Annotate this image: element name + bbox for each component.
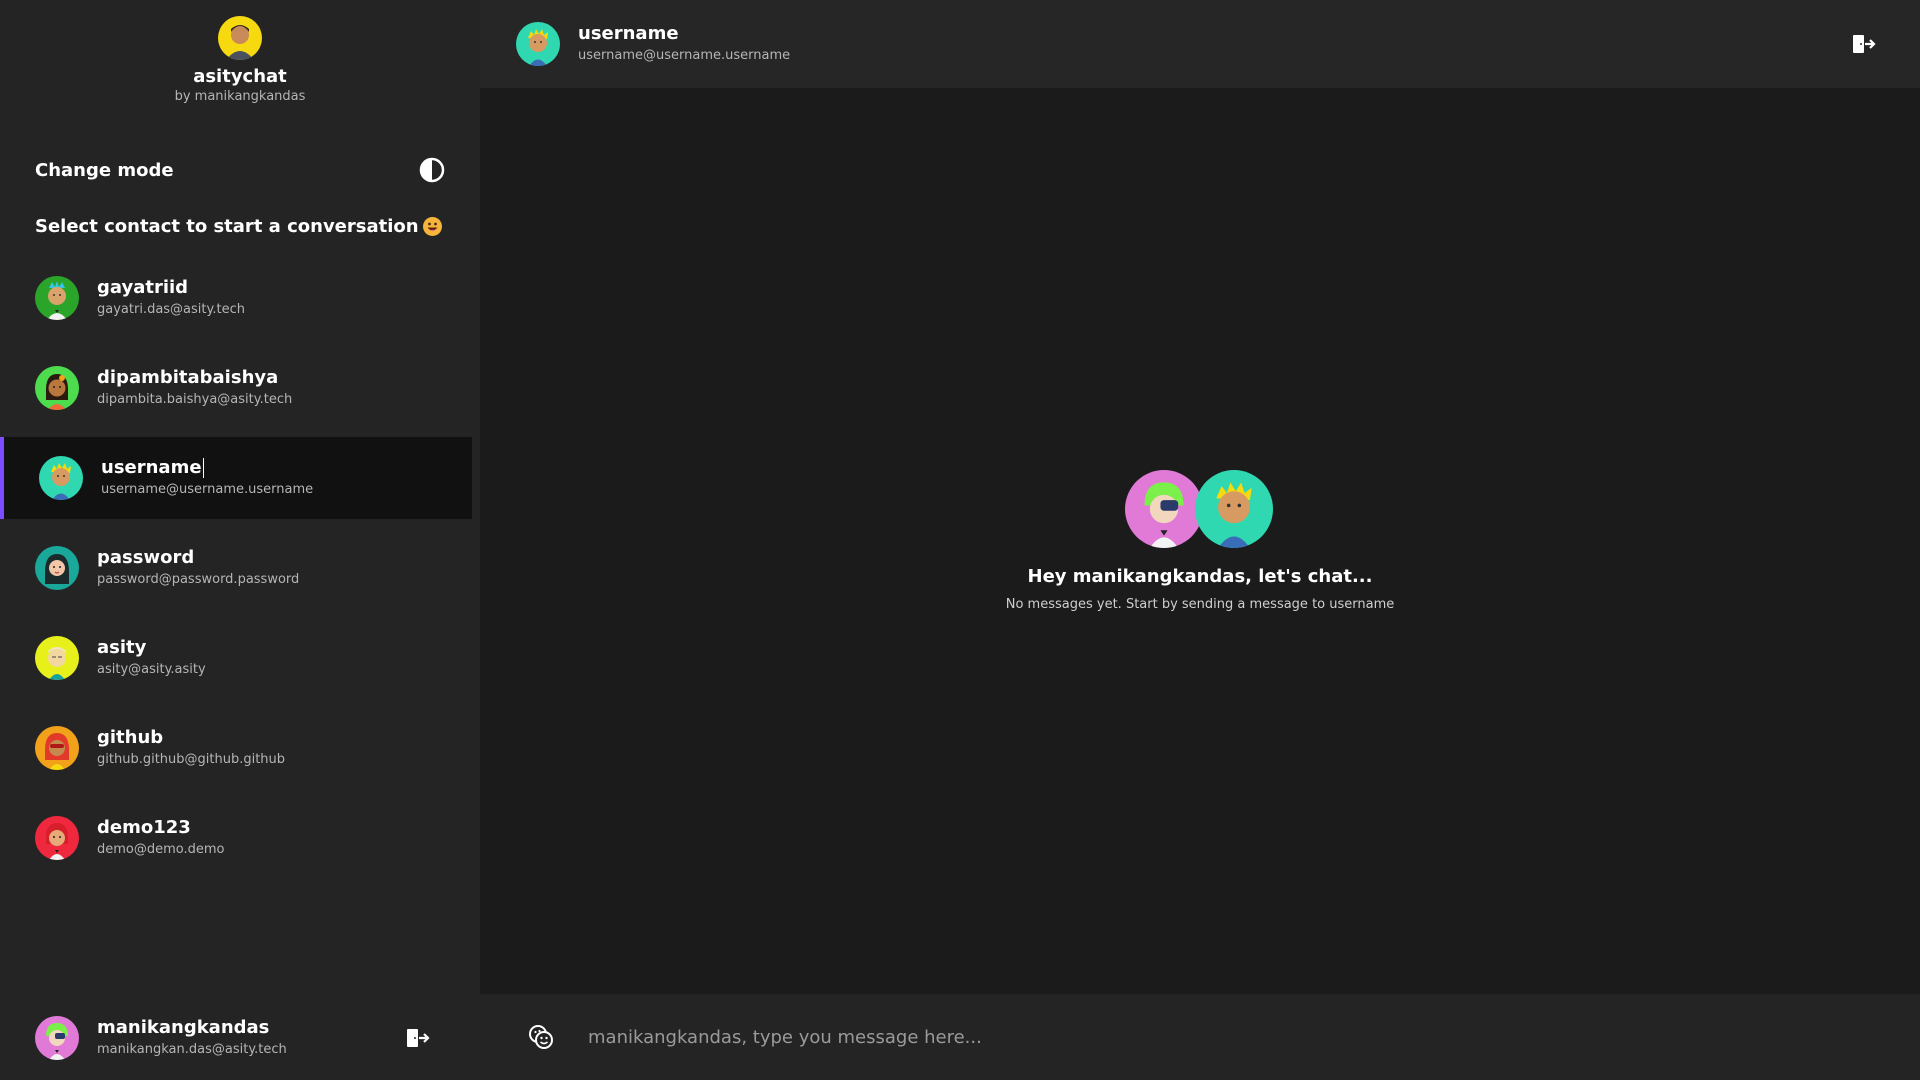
contact-email: dipambita.baishya@asity.tech (97, 392, 293, 407)
avatar (35, 636, 79, 680)
current-user: manikangkandas manikangkan.das@asity.tec… (0, 1012, 480, 1064)
contact-name: username (101, 457, 313, 479)
change-mode-label: Change mode (35, 159, 174, 181)
app-name: asitychat (193, 66, 287, 87)
chat-partner-name: username (578, 23, 679, 44)
contact-item-password[interactable]: password password@password.password (0, 527, 472, 609)
avatar (516, 22, 560, 66)
message-input[interactable] (586, 1016, 1890, 1058)
contact-item-demo123[interactable]: demo123 demo@demo.demo (0, 797, 472, 879)
sidebar: asitychat by manikangkandas Change mode … (0, 0, 480, 1080)
avatar (35, 366, 79, 410)
chat-header: username username@username.username (480, 0, 1920, 88)
contact-email: demo@demo.demo (97, 842, 225, 857)
change-mode-row: Change mode (35, 156, 445, 184)
logout-icon[interactable] (406, 1028, 430, 1048)
chat-partner-email: username@username.username (578, 48, 791, 63)
logout-icon[interactable] (1852, 34, 1876, 54)
grinning-emoji-icon (422, 217, 442, 236)
contact-name-text: username (101, 457, 202, 478)
contact-email: github.github@github.github (97, 752, 286, 767)
user-avatar-icon (218, 16, 262, 60)
avatar (35, 276, 79, 320)
greeting-text: Hey manikangkandas, let's chat... (1027, 566, 1373, 587)
select-contact-prompt: Select contact to start a conversation (35, 216, 442, 237)
avatar (1195, 470, 1273, 548)
current-user-email: manikangkan.das@asity.tech (97, 1042, 287, 1057)
contact-item-github[interactable]: github github.github@github.github (0, 707, 472, 789)
brand: asitychat by manikangkandas (0, 16, 480, 104)
contact-name: asity (97, 637, 147, 658)
contact-email: asity@asity.asity (97, 662, 206, 677)
contact-name: dipambitabaishya (97, 367, 279, 388)
text-caret (202, 458, 204, 478)
contact-list: gayatriid gayatri.das@asity.tech dipambi… (0, 257, 472, 887)
avatar (39, 456, 83, 500)
contact-item-gayatriid[interactable]: gayatriid gayatri.das@asity.tech (0, 257, 472, 339)
avatar (35, 546, 79, 590)
contrast-icon[interactable] (419, 157, 445, 183)
contact-name: github (97, 727, 164, 748)
contact-name: gayatriid (97, 277, 189, 298)
message-composer (480, 994, 1920, 1080)
avatar (35, 726, 79, 770)
app-author: by manikangkandas (174, 89, 306, 104)
empty-state: Hey manikangkandas, let's chat... No mes… (480, 470, 1920, 612)
contact-email: gayatri.das@asity.tech (97, 302, 245, 317)
emoji-picker-icon[interactable] (528, 1024, 554, 1050)
contact-item-dipambitabaishya[interactable]: dipambitabaishya dipambita.baishya@asity… (0, 347, 472, 429)
empty-message: No messages yet. Start by sending a mess… (1005, 597, 1395, 612)
contact-name: password (97, 547, 195, 568)
current-user-name: manikangkandas (97, 1017, 270, 1038)
contact-email: password@password.password (97, 572, 300, 587)
contact-name: demo123 (97, 817, 191, 838)
contact-email: username@username.username (101, 482, 314, 497)
prompt-text: Select contact to start a conversation (35, 216, 419, 237)
avatar (35, 816, 79, 860)
contact-item-asity[interactable]: asity asity@asity.asity (0, 617, 472, 699)
contact-item-username[interactable]: username username@username.username (0, 437, 472, 519)
avatar (35, 1016, 79, 1060)
message-area: Hey manikangkandas, let's chat... No mes… (480, 88, 1920, 994)
avatar (1125, 470, 1203, 548)
participant-avatars (1125, 470, 1275, 548)
